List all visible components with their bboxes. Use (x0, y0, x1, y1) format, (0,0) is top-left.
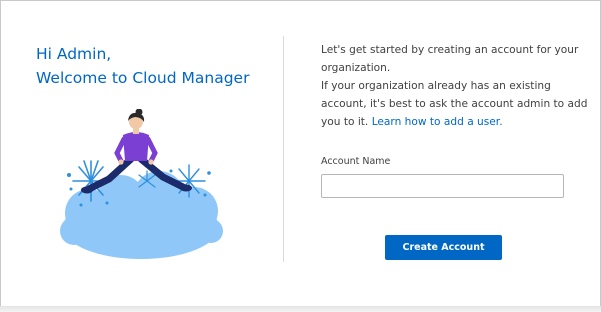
section-divider (283, 36, 284, 262)
intro-line: If your organization already has an exis… (321, 80, 551, 92)
account-name-label: Account Name (321, 156, 391, 167)
card-shadow (0, 306, 601, 312)
welcome-card: Hi Admin, Welcome to Cloud Manager Let's… (0, 0, 601, 307)
intro-line: account, it's best to ask the account ad… (321, 98, 588, 110)
celebration-illustration (59, 108, 224, 261)
learn-add-user-link[interactable]: Learn how to add a user. (372, 116, 503, 128)
intro-line: organization. (321, 62, 391, 74)
welcome-title: Welcome to Cloud Manager (36, 69, 250, 87)
welcome-heading: Hi Admin, Welcome to Cloud Manager (36, 42, 276, 90)
intro-line: you to it. (321, 116, 369, 128)
welcome-greeting: Hi Admin, (36, 45, 112, 63)
intro-text: Let's get started by creating an account… (321, 41, 591, 131)
cloud-shape (60, 171, 223, 259)
intro-line: Let's get started by creating an account… (321, 44, 579, 56)
account-name-input[interactable] (321, 174, 564, 198)
create-account-button[interactable]: Create Account (385, 235, 502, 260)
intro-line-with-link: you to it. Learn how to add a user. (321, 113, 591, 131)
